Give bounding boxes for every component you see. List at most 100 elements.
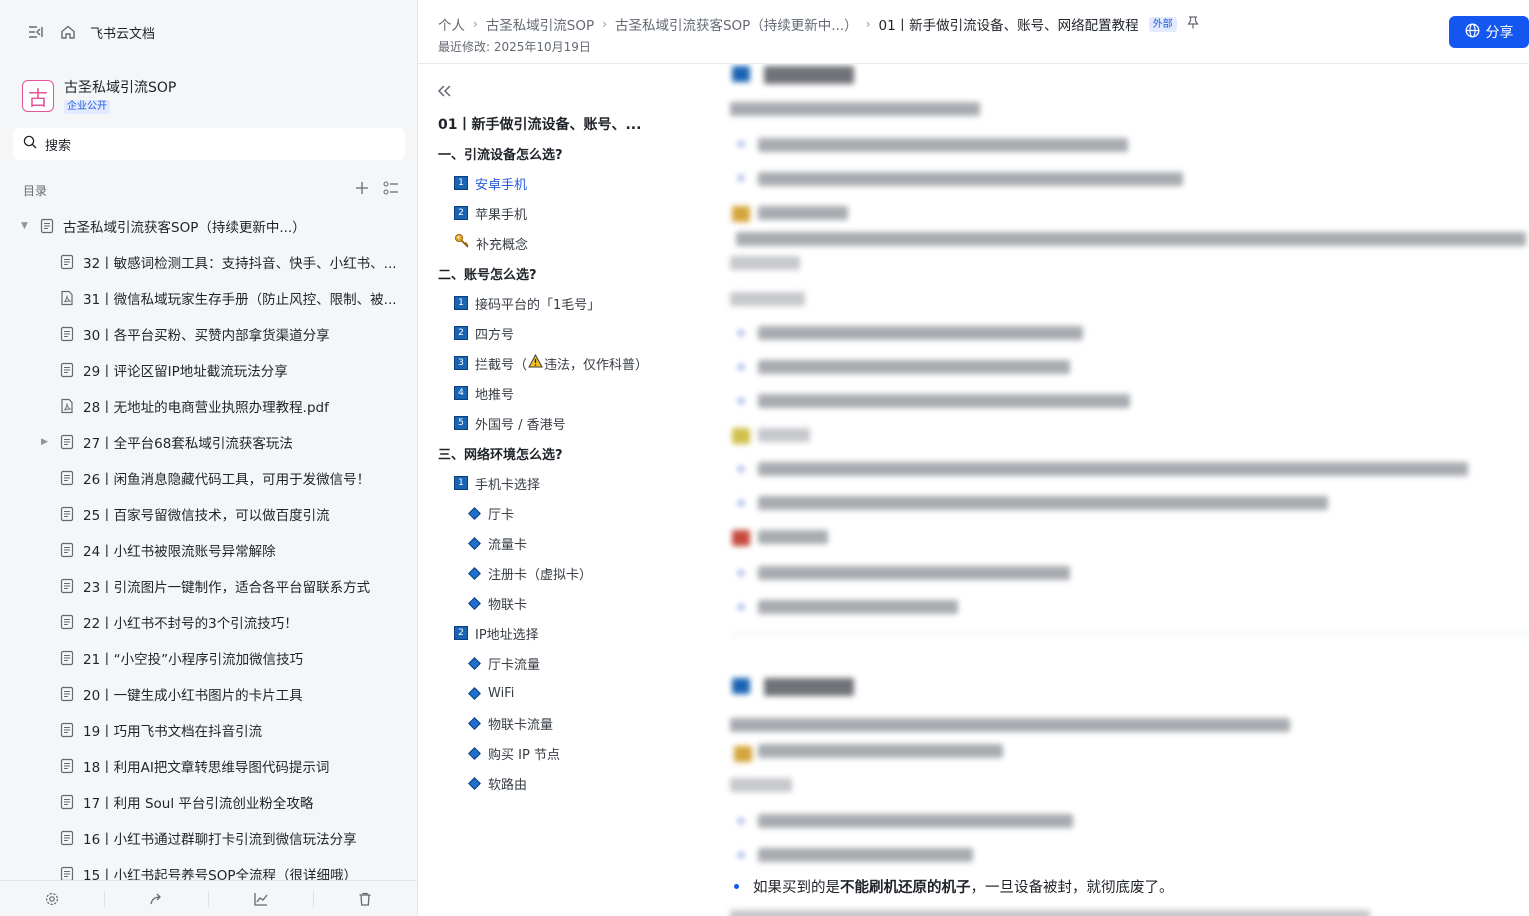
number-badge: 5 xyxy=(454,416,468,430)
outline-item-label: 四方号 xyxy=(475,327,515,343)
outline-item[interactable]: 2 苹果手机 xyxy=(438,198,648,228)
paragraph-text: 如果买到的是 xyxy=(753,880,840,896)
blurred-line xyxy=(730,102,980,116)
list-settings-icon[interactable] xyxy=(383,181,399,199)
tree-item[interactable]: 25丨百家号留微信技术，可以做百度引流 xyxy=(0,496,417,532)
share-out-icon[interactable] xyxy=(105,890,209,907)
blurred-bullet xyxy=(738,852,744,858)
tree-item-label: 21丨“小空投”小程序引流加微信技巧 xyxy=(83,652,304,668)
outline-item[interactable]: 2 IP地址选择 xyxy=(438,618,648,648)
tree-item-label: 32丨敏感词检测工具：支持抖音、快手、小红书、... xyxy=(83,256,397,272)
outline-item[interactable]: WiFi xyxy=(438,678,648,708)
tree-item[interactable]: 28丨无地址的电商营业执照办理教程.pdf xyxy=(0,388,417,424)
share-button[interactable]: 分享 xyxy=(1449,16,1529,48)
bullet-dot xyxy=(734,884,739,889)
tree-item[interactable]: 23丨引流图片一键制作，适合各平台留联系方式 xyxy=(0,568,417,604)
content-divider xyxy=(730,634,1529,635)
outline-item[interactable]: 流量卡 xyxy=(438,528,648,558)
outline-item[interactable]: 1 手机卡选择 xyxy=(438,468,648,498)
tree-item-label: 23丨引流图片一键制作，适合各平台留联系方式 xyxy=(83,580,371,596)
tree-item[interactable]: 24丨小红书被限流账号异常解除 xyxy=(0,532,417,568)
toc-header: 目录 xyxy=(0,178,417,202)
outline-list: 一、引流设备怎么选? 1 安卓手机 2 苹果手机 补充概念 二、账号怎么选? 1 接码平台的「1… xyxy=(438,138,648,798)
outline-item[interactable]: 5 外国号 / 香港号 xyxy=(438,408,648,438)
outline-item[interactable]: 一、引流设备怎么选? xyxy=(438,138,648,168)
outline-item[interactable]: 4 地推号 xyxy=(438,378,648,408)
outline-item-label: 手机卡选择 xyxy=(475,477,541,493)
tree-item[interactable]: 18丨利用AI把文章转思维导图代码提示词 xyxy=(0,748,417,784)
note-icon xyxy=(732,206,750,222)
tree-item-label: 古圣私域引流获客SOP（持续更新中...） xyxy=(63,220,306,236)
breadcrumb-item[interactable]: 古圣私域引流获客SOP（持续更新中...） xyxy=(615,14,858,34)
outline-item[interactable]: 厅卡 xyxy=(438,498,648,528)
tree-item[interactable]: 20丨一键生成小红书图片的卡片工具 xyxy=(0,676,417,712)
outline-item[interactable]: 三、网络环境怎么选? xyxy=(438,438,648,468)
tree-item[interactable]: 30丨各平台买粉、买赞内部拿货渠道分享 xyxy=(0,316,417,352)
pin-icon[interactable] xyxy=(1187,15,1199,33)
outline-item[interactable]: 物联卡 xyxy=(438,588,648,618)
collapse-outline-icon[interactable] xyxy=(436,84,452,102)
tree-item[interactable]: 32丨敏感词检测工具：支持抖音、快手、小红书、... xyxy=(0,244,417,280)
doc-icon xyxy=(59,794,75,810)
doc-icon xyxy=(59,578,75,594)
diamond-bullet-icon xyxy=(468,506,481,520)
caret-right-icon[interactable]: ▶ xyxy=(41,437,53,447)
outline-item[interactable]: 购买 IP 节点 xyxy=(438,738,648,768)
home-link[interactable]: 飞书云文档 xyxy=(90,23,155,42)
blurred-line xyxy=(730,292,805,306)
paragraph-text: ，一旦设备被封，就彻底废了。 xyxy=(970,880,1174,896)
outline-item[interactable]: 1 安卓手机 xyxy=(438,168,648,198)
chevron-right-icon: › xyxy=(865,17,871,31)
blurred-bullet xyxy=(738,141,744,147)
number-badge: 3 xyxy=(454,356,468,370)
tree-item-label: 18丨利用AI把文章转思维导图代码提示词 xyxy=(83,760,330,776)
tree-item[interactable]: 17丨利用 Soul 平台引流创业粉全攻略 xyxy=(0,784,417,820)
outline-item[interactable]: 二、账号怎么选? xyxy=(438,258,648,288)
space-header[interactable]: 古 古圣私域引流SOP 企业公开 xyxy=(0,64,417,120)
tree-item[interactable]: 31丨微信私域玩家生存手册（防止风控、限制、被... xyxy=(0,280,417,316)
tree-item[interactable]: ▶ 27丨全平台68套私域引流获客玩法 xyxy=(0,424,417,460)
breadcrumb-item[interactable]: 古圣私域引流SOP xyxy=(486,14,594,34)
outline-item-label: IP地址选择 xyxy=(475,627,539,643)
outline-item[interactable]: 注册卡（虚拟卡） xyxy=(438,558,648,588)
breadcrumb-current[interactable]: 01丨新手做引流设备、账号、网络配置教程 xyxy=(879,14,1139,34)
outline-item[interactable]: 3 拦截号（ 违法，仅作科普） xyxy=(438,348,648,378)
tree-item[interactable]: 26丨闲鱼消息隐藏代码工具，可用于发微信号！ xyxy=(0,460,417,496)
toc-actions xyxy=(355,181,399,199)
doc-tree: ▼ 古圣私域引流获客SOP（持续更新中...） 32丨敏感词检测工具：支持抖音、快手… xyxy=(0,208,417,892)
outline-item[interactable]: 厅卡流量 xyxy=(438,648,648,678)
blurred-bullet xyxy=(738,604,744,610)
settings-icon[interactable] xyxy=(0,890,105,907)
outline-item[interactable]: 物联卡流量 xyxy=(438,708,648,738)
pdf-icon xyxy=(59,398,75,414)
doc-icon xyxy=(59,254,75,270)
blurred-bullet xyxy=(738,466,744,472)
note-icon xyxy=(732,530,750,546)
tree-root-item[interactable]: ▼ 古圣私域引流获客SOP（持续更新中...） xyxy=(0,208,417,244)
tree-item[interactable]: 16丨小红书通过群聊打卡引流到微信玩法分享 xyxy=(0,820,417,856)
tree-item[interactable]: 29丨评论区留IP地址截流玩法分享 xyxy=(0,352,417,388)
tree-item[interactable]: 21丨“小空投”小程序引流加微信技巧 xyxy=(0,640,417,676)
breadcrumb-item[interactable]: 个人 xyxy=(438,14,465,34)
blurred-heading xyxy=(764,66,854,84)
tree-item-label: 29丨评论区留IP地址截流玩法分享 xyxy=(83,364,288,380)
trash-icon[interactable] xyxy=(314,891,418,907)
outline-item[interactable]: 软路由 xyxy=(438,768,648,798)
outline-item[interactable]: 1 接码平台的「1毛号」 xyxy=(438,288,648,318)
outline-item[interactable]: 2 四方号 xyxy=(438,318,648,348)
search-input[interactable]: 搜索 xyxy=(13,128,405,160)
doc-icon xyxy=(59,542,75,558)
home-icon[interactable] xyxy=(58,22,78,42)
diamond-bullet-icon xyxy=(468,776,481,790)
collapse-sidebar-icon[interactable] xyxy=(26,22,46,42)
tree-item[interactable]: 19丨巧用飞书文档在抖音引流 xyxy=(0,712,417,748)
tree-item-label: 26丨闲鱼消息隐藏代码工具，可用于发微信号！ xyxy=(83,472,371,488)
tree-item[interactable]: 22丨小红书不封号的3个引流技巧！ xyxy=(0,604,417,640)
outline-title[interactable]: 01丨新手做引流设备、账号、... xyxy=(438,114,668,134)
blurred-bullet xyxy=(738,175,744,181)
analytics-icon[interactable] xyxy=(209,890,314,907)
caret-down-icon[interactable]: ▼ xyxy=(21,221,33,231)
search-placeholder: 搜索 xyxy=(45,138,72,154)
outline-item[interactable]: 补充概念 xyxy=(438,228,648,258)
add-icon[interactable] xyxy=(355,181,369,199)
